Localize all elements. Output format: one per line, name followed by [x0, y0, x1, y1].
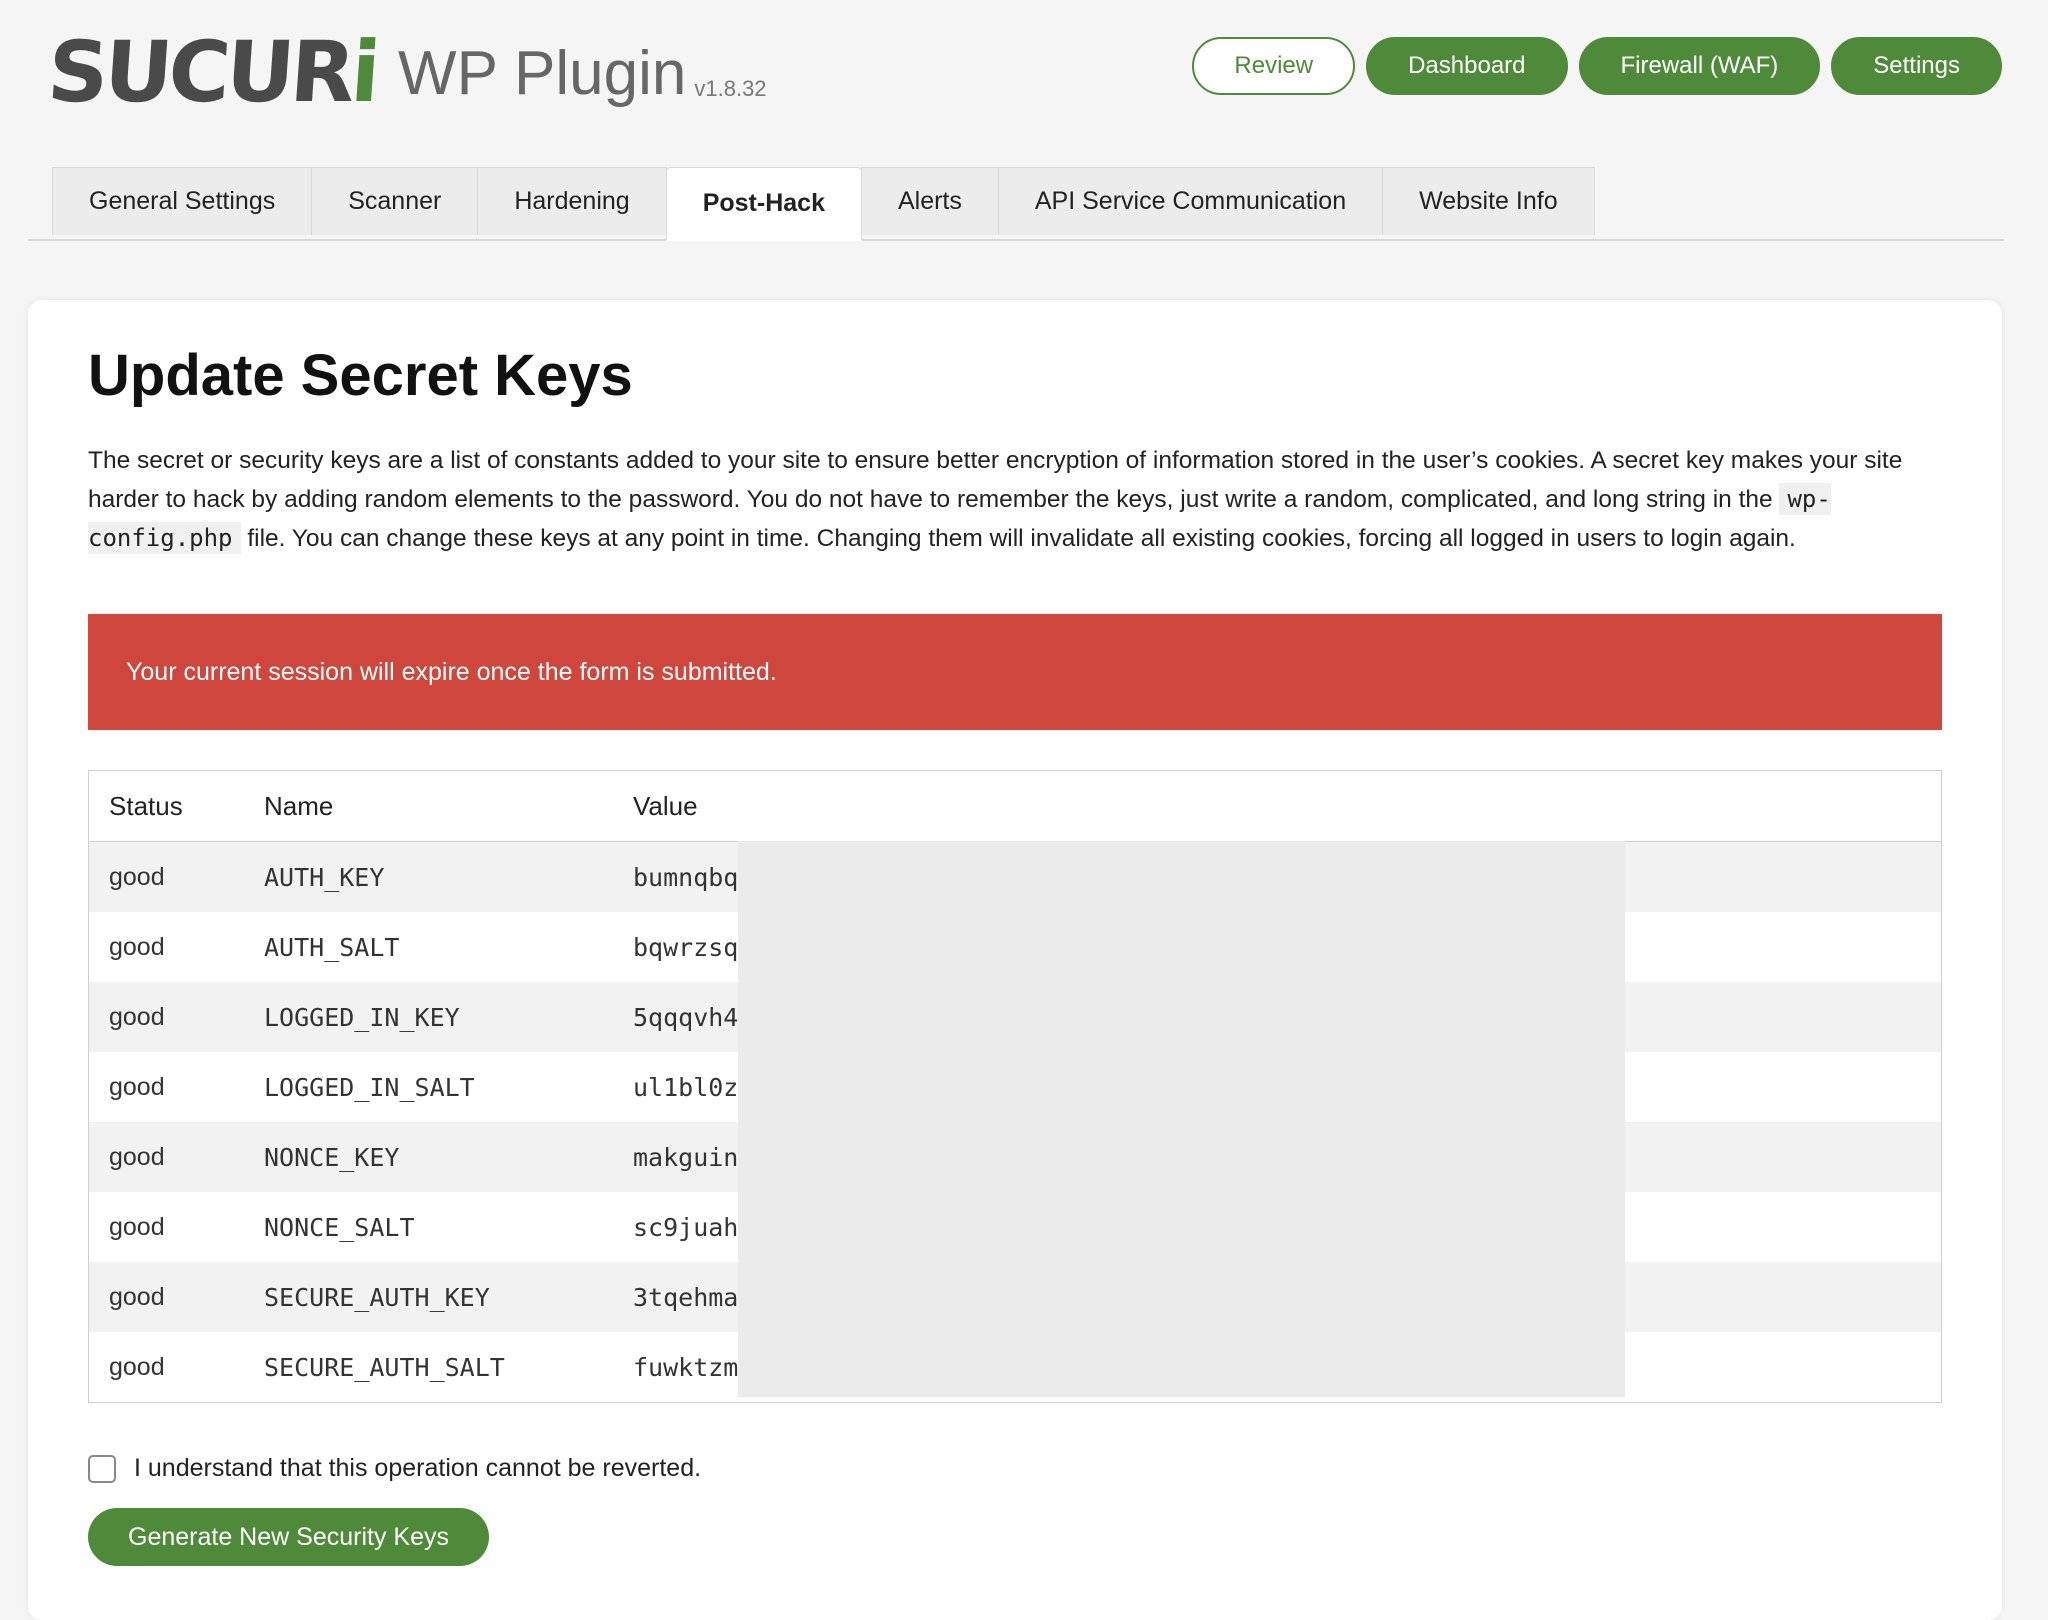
settings-button[interactable]: Settings	[1831, 37, 2002, 95]
generate-keys-button[interactable]: Generate New Security Keys	[88, 1508, 489, 1566]
confirm-row: I understand that this operation cannot …	[88, 1454, 701, 1483]
row-name: SECURE_AUTH_KEY	[264, 1262, 633, 1332]
tab-post-hack[interactable]: Post-Hack	[665, 167, 862, 241]
tab-api-service-communication[interactable]: API Service Communication	[997, 167, 1384, 235]
row-status: good	[109, 1352, 165, 1381]
header: SUCURi WP Plugin v1.8.32 Review Dashboar…	[0, 0, 2048, 150]
tab-hardening[interactable]: Hardening	[477, 167, 667, 235]
review-button[interactable]: Review	[1192, 37, 1356, 95]
dashboard-button[interactable]: Dashboard	[1366, 37, 1568, 95]
version-label: v1.8.32	[694, 76, 767, 101]
tab-alerts[interactable]: Alerts	[860, 167, 999, 235]
logo-mark: SUCURi	[44, 23, 380, 121]
row-name: LOGGED_IN_KEY	[264, 982, 633, 1052]
row-name: NONCE_KEY	[264, 1122, 633, 1192]
top-nav-buttons: Review Dashboard Firewall (WAF) Settings	[1192, 37, 2002, 95]
row-status: good	[109, 932, 165, 961]
row-status: good	[88, 1262, 264, 1332]
description: The secret or security keys are a list o…	[88, 442, 1968, 558]
column-value: Value	[633, 770, 1942, 842]
tab-scanner[interactable]: Scanner	[311, 167, 479, 235]
sucuri-logo: SUCURi WP Plugin v1.8.32	[44, 23, 767, 121]
column-status: Status	[88, 770, 264, 842]
row-status: good	[109, 1072, 165, 1101]
settings-tabs: General Settings Scanner Hardening Post-…	[28, 167, 2004, 241]
description-part-1: The secret or security keys are a list o…	[88, 447, 1903, 513]
session-expire-alert: Your current session will expire once th…	[88, 614, 1942, 730]
table-header-row: Status Name Value	[88, 770, 1942, 842]
row-name: LOGGED_IN_SALT	[264, 1072, 475, 1102]
confirm-label: I understand that this operation cannot …	[134, 1454, 702, 1482]
row-status: good	[109, 1212, 165, 1241]
confirm-checkbox[interactable]	[88, 1454, 116, 1483]
row-name: NONCE_SALT	[264, 1212, 415, 1242]
row-name: AUTH_KEY	[264, 841, 633, 912]
update-secret-keys-panel: Update Secret Keys The secret or securit…	[28, 300, 2002, 1620]
row-name: AUTH_SALT	[264, 932, 400, 962]
tab-website-info[interactable]: Website Info	[1382, 167, 1595, 235]
tab-general-settings[interactable]: General Settings	[52, 167, 313, 235]
description-part-2: file. You can change these keys at any p…	[247, 525, 1796, 552]
row-status: good	[88, 1122, 264, 1192]
row-status: good	[88, 982, 264, 1052]
page-title: Update Secret Keys	[88, 343, 633, 408]
product-name: WP Plugin	[398, 39, 687, 108]
row-status: good	[88, 841, 264, 912]
row-name: SECURE_AUTH_SALT	[264, 1352, 505, 1382]
redacted-values-overlay	[738, 841, 1625, 1397]
firewall-button[interactable]: Firewall (WAF)	[1578, 37, 1821, 95]
column-name: Name	[264, 770, 633, 842]
